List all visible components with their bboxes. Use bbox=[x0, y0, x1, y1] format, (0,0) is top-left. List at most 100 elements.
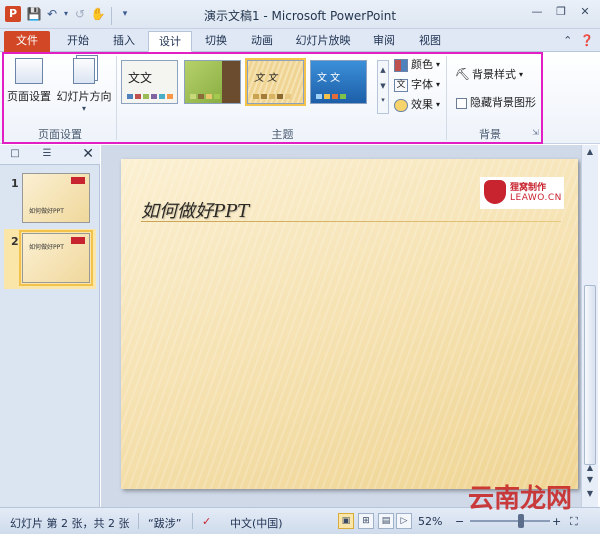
page-setup-label: 页面设置 bbox=[7, 90, 51, 103]
slide-thumbnail-2[interactable]: 如何做好PPT bbox=[19, 230, 93, 286]
hide-background-graphics[interactable]: 隐藏背景图形 bbox=[456, 94, 536, 112]
reading-view-icon[interactable]: ▤ bbox=[378, 513, 394, 529]
help-icon[interactable]: ❓ bbox=[580, 34, 594, 47]
zoom-in-icon[interactable]: + bbox=[552, 515, 561, 528]
status-divider bbox=[192, 513, 193, 529]
theme-fonts-label: 字体 bbox=[411, 78, 433, 91]
dropdown-arrow-icon: ▾ bbox=[81, 104, 86, 113]
background-styles-button[interactable]: ⛏ 背景样式 ▾ bbox=[455, 66, 523, 84]
page-setup-icon bbox=[15, 58, 43, 84]
slide-title[interactable]: 如何做好PPT bbox=[141, 197, 249, 223]
spellcheck-icon[interactable]: ✓ bbox=[202, 515, 211, 528]
scroll-down-icon[interactable]: ▼ bbox=[378, 79, 388, 93]
slide-orientation-label: 幻灯片方向 bbox=[56, 90, 112, 103]
slide-number: 2 bbox=[11, 235, 19, 248]
theme-effects-label: 效果 bbox=[411, 98, 433, 111]
scroll-up-icon[interactable]: ▲ bbox=[582, 147, 598, 156]
zoom-slider[interactable] bbox=[470, 520, 550, 522]
outline-tab-icon[interactable]: ☰ bbox=[38, 148, 56, 163]
close-icon[interactable]: ✕ bbox=[576, 4, 594, 20]
theme-colors-label: 颜色 bbox=[411, 58, 433, 71]
group-label-background: 背景 bbox=[479, 128, 501, 141]
zoom-level[interactable]: 52% bbox=[418, 515, 442, 528]
tab-animations[interactable]: 动画 bbox=[242, 31, 282, 52]
ribbon-tab-bar: 文件 开始 插入 设计 切换 动画 幻灯片放映 审阅 视图 ⌃ ❓ bbox=[0, 29, 600, 52]
slide-orientation-icon bbox=[73, 58, 95, 84]
theme-green[interactable] bbox=[184, 60, 241, 104]
dialog-launcher-icon[interactable]: ⇲ bbox=[532, 128, 539, 137]
tab-insert[interactable]: 插入 bbox=[104, 31, 144, 52]
slide-sorter-icon[interactable]: ⊞ bbox=[358, 513, 374, 529]
theme-kuashe-selected[interactable]: 文 文 bbox=[245, 58, 306, 106]
scrollbar-thumb[interactable] bbox=[584, 285, 596, 465]
logo-text-cn: 狸窝制作 bbox=[510, 183, 547, 193]
hide-background-label: 隐藏背景图形 bbox=[470, 96, 536, 109]
zoom-out-icon[interactable]: − bbox=[455, 515, 464, 528]
scroll-up-icon[interactable]: ▲ bbox=[378, 61, 388, 79]
tab-transitions[interactable]: 切换 bbox=[196, 31, 236, 52]
hide-background-checkbox[interactable] bbox=[456, 97, 467, 109]
thumb-title: 如何做好PPT bbox=[29, 208, 64, 215]
zoom-slider-knob[interactable] bbox=[518, 514, 524, 528]
status-divider bbox=[138, 513, 139, 529]
minimize-icon[interactable]: — bbox=[528, 4, 546, 20]
theme-swatches bbox=[316, 94, 346, 99]
title-bar: P 💾 ↶ ▾ ↺ ✋ ▾ 演示文稿1 - Microsoft PowerPoi… bbox=[0, 0, 600, 29]
normal-view-icon[interactable]: ▣ bbox=[338, 513, 354, 529]
window-controls: — ❐ ✕ bbox=[528, 4, 594, 20]
slide-orientation-button[interactable]: 幻灯片方向 ▾ bbox=[56, 58, 112, 118]
group-divider bbox=[446, 56, 447, 140]
watermark: 云南龙网 bbox=[468, 484, 573, 514]
theme-office[interactable]: 文文 bbox=[121, 60, 178, 104]
tab-home[interactable]: 开始 bbox=[58, 31, 98, 52]
theme-gallery: 文文 文 文 文 文 bbox=[121, 58, 373, 114]
background-styles-label: 背景样式 bbox=[472, 68, 516, 81]
slides-panel: □ ☰ ✕ 1 如何做好PPT 2 如何做好PPT bbox=[0, 145, 100, 507]
slide-logo: 狸窝制作 LEAWO.CN bbox=[480, 177, 564, 209]
group-label-themes: 主题 bbox=[271, 128, 294, 141]
theme-swatches bbox=[127, 94, 173, 99]
scroll-down-icon[interactable]: ▼ bbox=[582, 489, 598, 498]
theme-preview-text: 文 文 bbox=[317, 73, 341, 84]
restore-icon[interactable]: ❐ bbox=[552, 4, 570, 20]
tab-review[interactable]: 审阅 bbox=[364, 31, 404, 52]
font-icon: 文 bbox=[394, 78, 408, 92]
minimize-ribbon-icon[interactable]: ⌃ bbox=[563, 34, 572, 47]
theme-blue[interactable]: 文 文 bbox=[310, 60, 367, 104]
gallery-more-icon[interactable]: ▾ bbox=[378, 93, 388, 107]
group-divider bbox=[116, 56, 117, 140]
slide-canvas[interactable]: 狸窝制作 LEAWO.CN 如何做好PPT bbox=[121, 159, 578, 489]
page-setup-button[interactable]: 页面设置 bbox=[4, 58, 54, 118]
theme-name-status[interactable]: “跋涉” bbox=[148, 515, 181, 531]
logo-text-en: LEAWO.CN bbox=[510, 193, 562, 203]
slide-count-status: 幻灯片 第 2 张，共 2 张 bbox=[10, 517, 130, 530]
dropdown-arrow-icon: ▾ bbox=[436, 80, 441, 89]
ribbon-right-controls: ⌃ ❓ bbox=[563, 34, 594, 47]
tab-design[interactable]: 设计 bbox=[148, 31, 192, 52]
tab-view[interactable]: 视图 bbox=[410, 31, 450, 52]
dropdown-arrow-icon: ▾ bbox=[436, 100, 441, 109]
devil-logo-icon bbox=[484, 180, 506, 204]
theme-colors-button[interactable]: 颜色 ▾ bbox=[394, 56, 440, 74]
next-slide-icon[interactable]: ▼ bbox=[582, 475, 598, 484]
slide-number: 1 bbox=[11, 177, 19, 190]
window-title: 演示文稿1 - Microsoft PowerPoint bbox=[203, 9, 397, 23]
prev-slide-icon[interactable]: ▲ bbox=[582, 463, 598, 472]
slides-tab-icon[interactable]: □ bbox=[6, 148, 24, 163]
close-panel-icon[interactable]: ✕ bbox=[82, 146, 94, 162]
fit-to-window-icon[interactable]: ⛶ bbox=[570, 515, 578, 529]
slideshow-icon[interactable]: ▷ bbox=[396, 513, 412, 529]
logo-mini bbox=[71, 237, 85, 244]
thumb-title: 如何做好PPT bbox=[29, 244, 64, 251]
dropdown-arrow-icon: ▾ bbox=[519, 70, 524, 79]
effects-icon bbox=[394, 98, 408, 112]
paint-bucket-icon: ⛏ bbox=[455, 66, 471, 81]
tab-slideshow[interactable]: 幻灯片放映 bbox=[288, 31, 358, 52]
theme-fonts-button[interactable]: 文 字体 ▾ bbox=[394, 76, 440, 94]
theme-effects-button[interactable]: 效果 ▾ bbox=[394, 96, 440, 114]
language-status[interactable]: 中文(中国) bbox=[230, 515, 283, 531]
vertical-scrollbar[interactable]: ▲ ▲ ▼ ▼ bbox=[581, 145, 598, 507]
slide-thumbnail-1[interactable]: 如何做好PPT bbox=[22, 173, 90, 223]
theme-gallery-scroll[interactable]: ▲ ▼ ▾ bbox=[377, 60, 389, 114]
tab-file[interactable]: 文件 bbox=[4, 31, 50, 52]
